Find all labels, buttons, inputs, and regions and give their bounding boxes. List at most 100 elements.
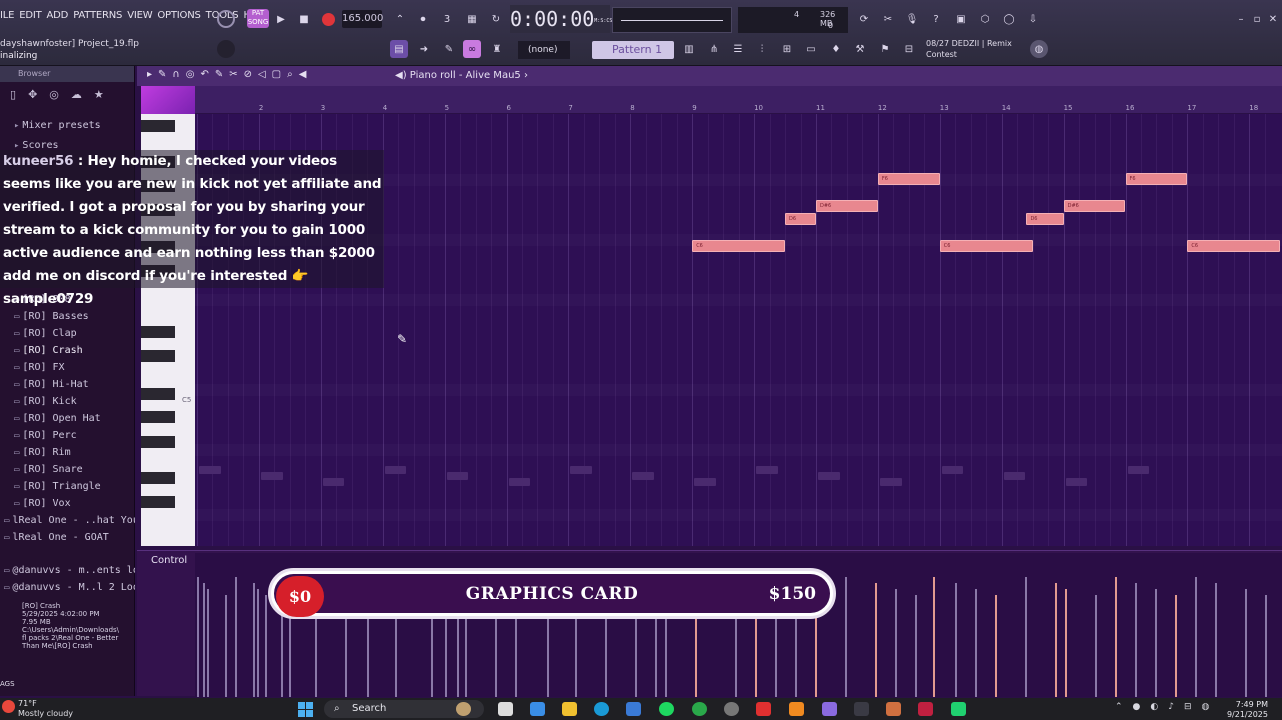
velocity-bar[interactable] [933, 577, 935, 697]
browser-item[interactable]: ▭ [RO] Perc [0, 427, 135, 444]
browser-item[interactable]: ▭ [RO] Triangle [0, 478, 135, 495]
browser-item[interactable]: ▭ [RO] Clap [0, 325, 135, 342]
velocity-bar[interactable] [257, 589, 259, 697]
velocity-bar[interactable] [235, 577, 237, 697]
velocity-bar[interactable] [1025, 577, 1027, 697]
channel-rack-icon[interactable]: ☰ [729, 40, 747, 58]
velocity-bar[interactable] [995, 595, 997, 697]
midi-note[interactable]: D#6 [816, 200, 878, 212]
xbox-icon[interactable] [692, 702, 707, 716]
file-icon[interactable]: ▭ [802, 40, 820, 58]
folder-icon[interactable]: ▯ [10, 88, 16, 101]
steam-icon[interactable] [724, 702, 739, 716]
plugin-icon[interactable]: ⬡ [976, 10, 994, 28]
velocity-bar[interactable] [203, 583, 205, 697]
store-icon[interactable] [626, 702, 641, 716]
undo-icon[interactable]: ⟳ [855, 10, 873, 28]
menu-item-edit[interactable]: EDIT [19, 10, 41, 21]
pitch-knob[interactable] [217, 40, 235, 58]
browser-item[interactable]: ▭ [RO] FX [0, 359, 135, 376]
save-icon[interactable]: ▣ [952, 10, 970, 28]
black-key[interactable] [141, 411, 175, 423]
saturn-app-icon[interactable] [456, 702, 471, 716]
velocity-bar[interactable] [253, 583, 255, 697]
mixer-icon[interactable]: ⫶ [753, 40, 771, 58]
browser-item[interactable]: ▭ [RO] Vox [0, 495, 135, 512]
velocity-bar[interactable] [845, 577, 847, 697]
menu-item-options[interactable]: OPTIONS [157, 10, 200, 21]
velocity-bar[interactable] [1215, 583, 1217, 697]
velocity-bar[interactable] [1055, 583, 1057, 697]
black-key[interactable] [141, 496, 175, 508]
spotify-icon[interactable] [659, 702, 674, 716]
black-key[interactable] [141, 388, 175, 400]
piano-roll-icon[interactable]: ▤ [390, 40, 408, 58]
menu-item-view[interactable]: VIEW [127, 10, 152, 21]
patterns-icon[interactable]: ⋔ [705, 40, 723, 58]
edge-icon[interactable] [594, 702, 609, 716]
midi-note[interactable]: F6 [1125, 173, 1188, 185]
velocity-bar[interactable] [1265, 595, 1267, 697]
menu-item-ile[interactable]: ILE [0, 10, 14, 21]
copilot-icon[interactable] [530, 702, 545, 716]
velocity-bar[interactable] [1155, 589, 1157, 697]
browser-item[interactable]: ▭ [RO] Open Hat [0, 410, 135, 427]
midi-note[interactable]: F6 [877, 173, 940, 185]
midi-note[interactable]: C6 [939, 240, 1033, 252]
browser-item[interactable]: ▭ [RO] Kick [0, 393, 135, 410]
app-icon-3[interactable] [886, 702, 901, 716]
midi-note[interactable]: C6 [692, 240, 786, 252]
velocity-bar[interactable] [1175, 595, 1177, 697]
browser-item[interactable]: ▭@danuvvs - m..ents loop kit [0, 562, 135, 579]
app-icon-2[interactable] [854, 702, 869, 716]
black-key[interactable] [141, 436, 175, 448]
browser-icon[interactable]: ⚑ [876, 40, 894, 58]
pat-song-toggle[interactable]: PAT SONG [247, 9, 269, 28]
help-icon[interactable]: ? [927, 10, 945, 28]
tempo-display[interactable]: 165.000 [342, 10, 383, 28]
velocity-bar[interactable] [225, 595, 227, 697]
midi-note[interactable]: D#6 [1063, 200, 1126, 212]
close-icon[interactable]: ✕ [1264, 10, 1282, 28]
browser-item[interactable]: ▭ [RO] Crash [0, 342, 135, 359]
windows-start-icon[interactable] [298, 702, 313, 717]
midi-note[interactable]: D6 [785, 213, 816, 225]
pattern-select[interactable]: Pattern 1 [592, 41, 674, 59]
midi-note[interactable]: D6 [1026, 213, 1064, 225]
browser-item[interactable]: ▭ [RO] Snare [0, 461, 135, 478]
piano-roll-tools-icon[interactable]: ▸✎∩◎↶✎✂⊘◁▢⌕◀ [147, 69, 312, 80]
time-display[interactable]: 0:00:00M:S:CS [510, 5, 612, 33]
globe-icon[interactable]: ◎ [49, 88, 59, 101]
velocity-bar[interactable] [1195, 577, 1197, 697]
weather-widget[interactable]: 71°F Mostly cloudy [2, 699, 73, 719]
browser-item[interactable]: ▭lReal One - ..hat You Mean [0, 512, 135, 529]
black-key[interactable] [141, 350, 175, 362]
velocity-bar[interactable] [895, 589, 897, 697]
black-key[interactable] [141, 120, 175, 132]
chat-icon[interactable]: ◯ [1000, 10, 1018, 28]
globe-icon[interactable]: ◍ [1030, 40, 1048, 58]
snap-select[interactable]: (none) [518, 41, 570, 59]
download-icon[interactable]: ⇩ [1024, 10, 1042, 28]
velocity-bar[interactable] [1115, 577, 1117, 697]
menu-item-patterns[interactable]: PATTERNS [73, 10, 122, 21]
velocity-bar[interactable] [1095, 595, 1097, 697]
link-icon[interactable]: ∞ [463, 40, 481, 58]
master-volume-knob[interactable] [217, 10, 235, 28]
browser-item[interactable]: ▭@danuvvs - M..l 2 Loop Kit [0, 579, 135, 596]
browser-item[interactable]: ▭ lReal One - GOAT [0, 529, 135, 546]
browser-item[interactable]: ▸ Mixer presets [0, 117, 135, 134]
record-button[interactable] [319, 10, 337, 28]
stamp-icon[interactable]: ♜ [488, 40, 506, 58]
midi-note[interactable]: C6 [1187, 240, 1281, 252]
taskbar-clock[interactable]: 7:49 PM 9/21/2025 [1227, 700, 1268, 720]
touch-keyboard-icon[interactable]: ♦ [827, 40, 845, 58]
wait-icon[interactable]: ⏺ [414, 10, 432, 28]
step-edit-icon[interactable]: ▦ [463, 10, 481, 28]
app-icon-1[interactable] [822, 702, 837, 716]
plug-icon[interactable]: ⚒ [851, 40, 869, 58]
control-selector[interactable]: Control [151, 555, 187, 566]
velocity-bar[interactable] [207, 589, 209, 697]
timeline-ruler[interactable]: 2 3 4 5 6 7 8 9 10 11 12 13 14 15 16 17 18 [195, 86, 1282, 114]
stop-button[interactable]: ■ [295, 10, 313, 28]
